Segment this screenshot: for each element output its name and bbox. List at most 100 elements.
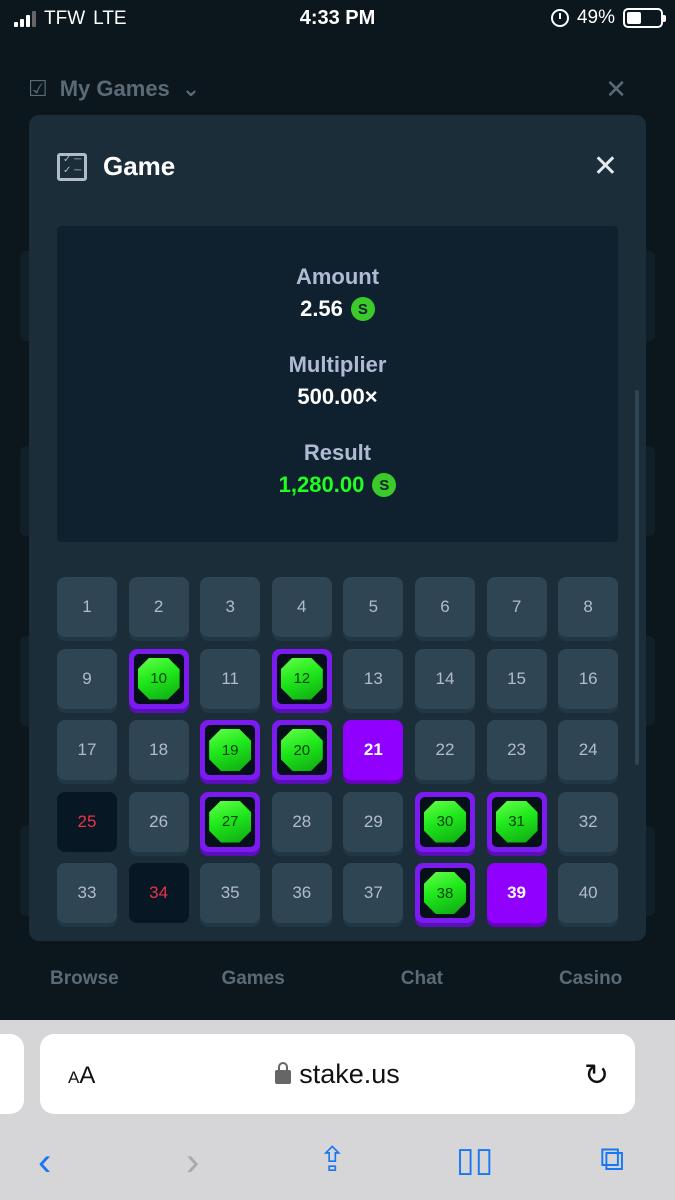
game-list-icon (57, 152, 87, 181)
tile-34[interactable]: 34 (128, 863, 189, 923)
tabs-icon[interactable]: ⧉ (600, 1140, 624, 1179)
tile-number: 37 (363, 883, 383, 902)
tile-number: 26 (149, 811, 169, 831)
tile-17[interactable]: 17 (57, 720, 117, 780)
modal-header: Game (57, 151, 175, 182)
my-games-header[interactable]: ☑ My Games ⌄ (28, 76, 200, 102)
nav-games[interactable]: Games (183, 936, 323, 1020)
tile-number: 4 (297, 597, 307, 616)
tile-19[interactable]: 19 (200, 720, 261, 780)
amount-label: Amount (295, 264, 380, 289)
tile-number: 13 (363, 668, 383, 688)
nav-casino[interactable]: Casino (521, 936, 661, 1020)
forward-icon[interactable]: › (186, 1140, 199, 1185)
amount-value: 2.56 (300, 296, 343, 321)
tile-36[interactable]: 36 (271, 863, 332, 923)
tile-25[interactable]: 25 (57, 791, 117, 852)
url-display[interactable]: stake.us (40, 1059, 635, 1090)
tile-number: 20 (280, 729, 323, 771)
tile-33[interactable]: 33 (57, 863, 117, 923)
amount-value-row: 2.56 S (57, 296, 618, 322)
nav-chat[interactable]: Chat (352, 936, 492, 1020)
tile-3[interactable]: 3 (200, 577, 261, 637)
tile-number: 1 (82, 597, 92, 616)
tile-number: 11 (221, 668, 240, 688)
gem-icon: 30 (419, 796, 470, 847)
tile-22[interactable]: 22 (414, 720, 475, 780)
tile-27[interactable]: 27 (200, 791, 261, 852)
tile-35[interactable]: 35 (200, 863, 261, 923)
tile-11[interactable]: 11 (200, 648, 261, 709)
modal-title: Game (103, 151, 176, 181)
tile-40[interactable]: 40 (558, 863, 619, 923)
tile-20[interactable]: 20 (271, 720, 332, 780)
tile-8[interactable]: 8 (558, 577, 619, 637)
tile-1[interactable]: 1 (57, 577, 117, 637)
browser-toolbar: ‹ › ⇪ ▯▯ ⧉ (0, 1140, 675, 1190)
tile-number: 3 (225, 597, 235, 616)
tile-number: 40 (578, 883, 598, 902)
previous-tab-peek[interactable] (0, 1034, 24, 1114)
tile-24[interactable]: 24 (558, 720, 619, 780)
tile-number: 30 (423, 800, 466, 843)
tile-number: 16 (578, 668, 598, 688)
tile-number: 8 (583, 597, 593, 616)
tile-number: 7 (511, 597, 522, 616)
bottom-nav: Browse Games Chat Casino (0, 936, 675, 1020)
tile-number: 18 (149, 740, 169, 759)
tile-21[interactable]: 21 (343, 720, 404, 780)
gem-icon: 12 (276, 653, 327, 704)
tile-number: 14 (435, 668, 455, 688)
bet-stats: Amount 2.56 S Multiplier 500.00× Result … (57, 226, 618, 542)
gem-icon: 31 (491, 796, 542, 847)
tile-31[interactable]: 31 (486, 791, 547, 852)
tile-30[interactable]: 30 (414, 791, 475, 852)
tile-10[interactable]: 10 (128, 648, 189, 709)
status-bar: TFW LTE 4:33 PM 49% (0, 0, 675, 36)
tile-number: 10 (137, 657, 180, 700)
tile-number: 29 (363, 811, 383, 831)
game-modal: Game ✕ Amount 2.56 S Multiplier 500.00× … (29, 115, 646, 941)
tile-23[interactable]: 23 (486, 720, 547, 780)
tile-number: 34 (149, 883, 169, 902)
bookmarks-icon[interactable]: ▯▯ (456, 1140, 493, 1180)
tile-5[interactable]: 5 (343, 577, 404, 637)
tile-15[interactable]: 15 (486, 648, 547, 709)
reload-icon[interactable]: ↻ (584, 1058, 609, 1093)
tile-18[interactable]: 18 (128, 720, 189, 780)
modal-scrollbar[interactable] (635, 390, 639, 765)
tile-32[interactable]: 32 (558, 791, 619, 852)
tile-39[interactable]: 39 (486, 863, 547, 923)
nav-browse[interactable]: Browse (14, 936, 154, 1020)
tile-28[interactable]: 28 (271, 791, 332, 852)
tile-13[interactable]: 13 (343, 648, 404, 709)
close-icon[interactable]: ✕ (593, 149, 618, 184)
alarm-icon (550, 9, 569, 27)
tile-14[interactable]: 14 (414, 648, 475, 709)
back-icon[interactable]: ‹ (38, 1140, 51, 1185)
tile-29[interactable]: 29 (343, 791, 404, 852)
tile-number: 19 (209, 729, 252, 771)
tile-2[interactable]: 2 (128, 577, 189, 637)
tile-9[interactable]: 9 (57, 648, 117, 709)
tile-7[interactable]: 7 (486, 577, 547, 637)
tile-16[interactable]: 16 (558, 648, 619, 709)
gem-icon: 38 (419, 868, 470, 918)
tile-number: 5 (368, 597, 379, 616)
status-right: 49% (550, 7, 666, 29)
currency-coin-icon: S (350, 297, 375, 321)
tile-12[interactable]: 12 (271, 648, 332, 709)
tile-number: 39 (507, 883, 527, 902)
tile-number: 23 (507, 740, 527, 759)
gem-icon: 10 (133, 653, 184, 704)
tile-38[interactable]: 38 (414, 863, 475, 923)
tile-4[interactable]: 4 (271, 577, 332, 637)
gem-icon: 19 (205, 725, 256, 775)
share-icon[interactable]: ⇪ (318, 1140, 347, 1180)
my-games-title: My Games (59, 76, 170, 101)
background-close-icon[interactable]: ✕ (605, 74, 627, 105)
tile-6[interactable]: 6 (414, 577, 475, 637)
tile-37[interactable]: 37 (343, 863, 404, 923)
address-bar[interactable]: AA stake.us ↻ (40, 1034, 635, 1114)
tile-26[interactable]: 26 (128, 791, 189, 852)
